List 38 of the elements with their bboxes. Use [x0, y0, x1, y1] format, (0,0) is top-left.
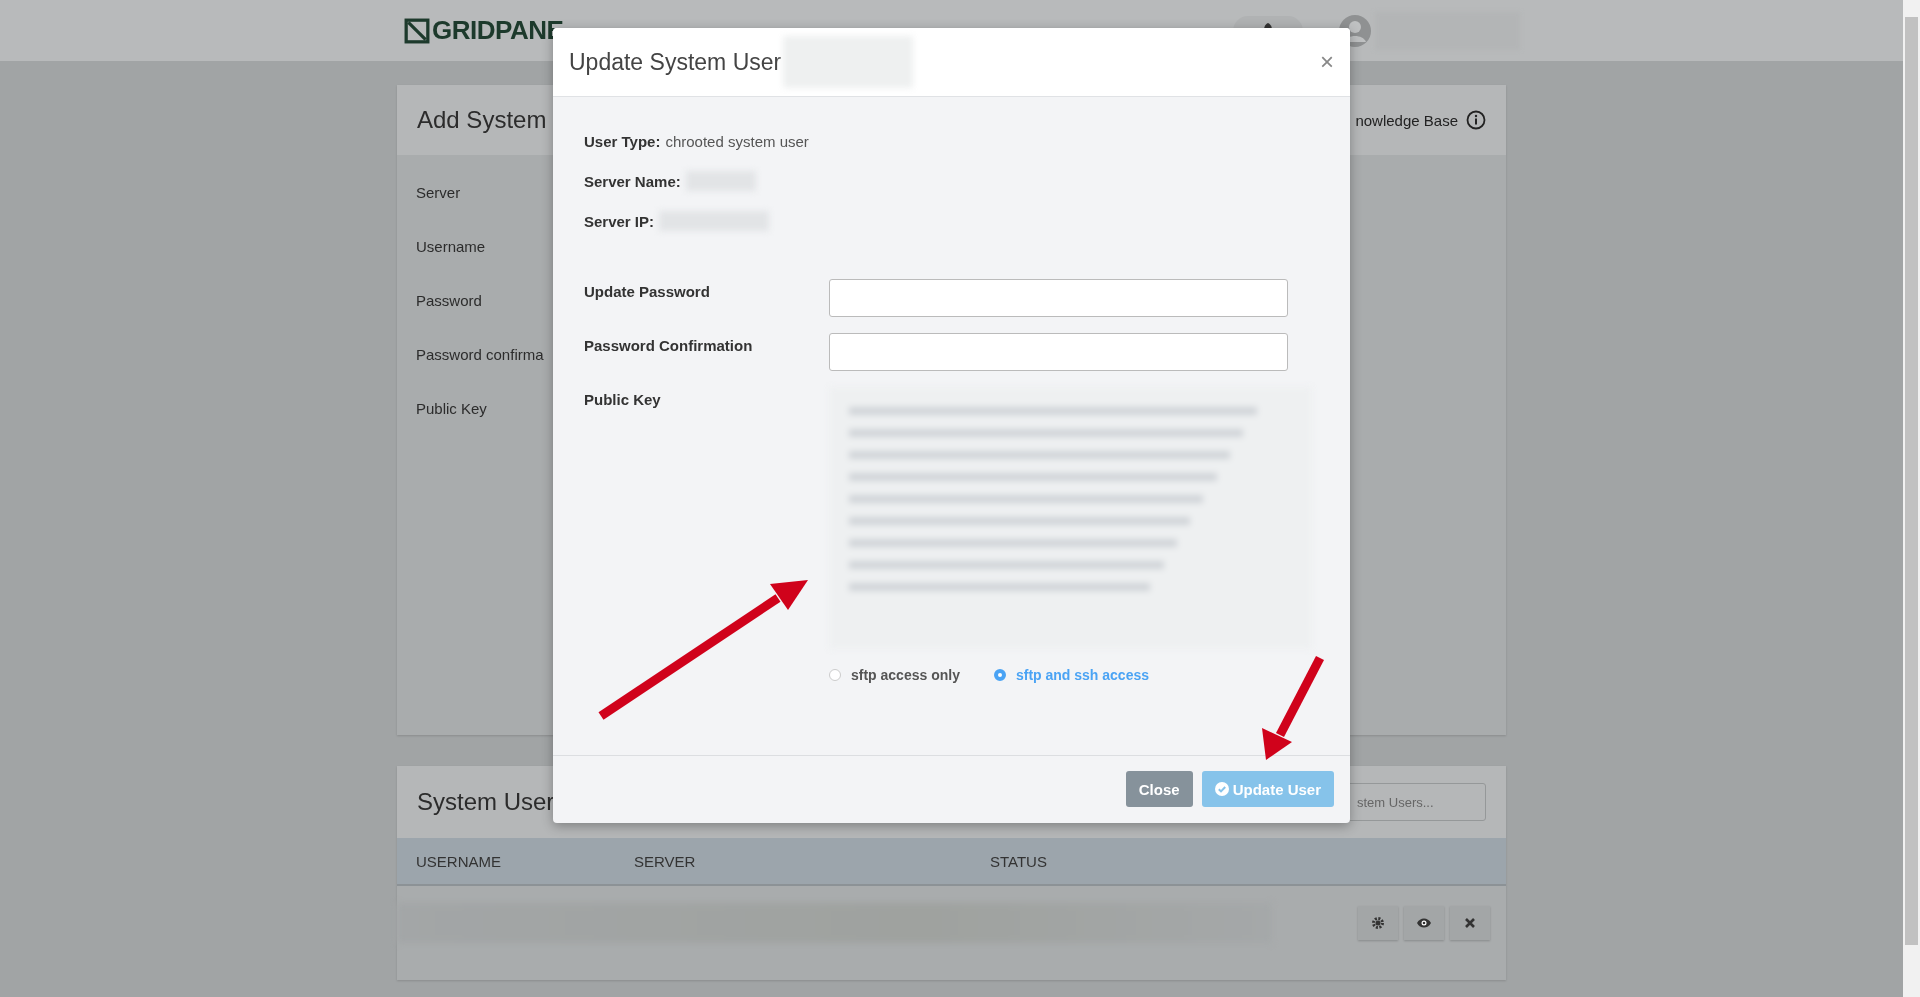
view-button[interactable]	[1404, 906, 1444, 940]
column-header: USERNAME	[416, 852, 502, 870]
field-label: Public Key	[416, 399, 487, 419]
eye-icon	[1416, 917, 1432, 929]
gear-icon	[1371, 916, 1385, 930]
card-title: Add System	[417, 106, 547, 134]
info-label: User Type:	[584, 132, 661, 150]
close-button[interactable]: ×	[1320, 48, 1334, 76]
field-label: Username	[416, 237, 486, 257]
info-label: Server Name:	[584, 172, 681, 190]
field-label: Password confirma	[416, 345, 544, 365]
info-value: chrooted system user	[665, 132, 809, 150]
card-title: System User	[417, 788, 555, 816]
column-header: SERVER	[634, 852, 697, 870]
update-button[interactable]: Update User	[1201, 771, 1334, 807]
field-label: Password	[416, 291, 482, 311]
radio-option[interactable]: sftp and ssh access	[993, 667, 1149, 683]
scrollbar[interactable]	[1903, 0, 1920, 997]
field-label: Password Confirmation	[584, 336, 754, 354]
logo-icon	[404, 17, 430, 44]
delete-button[interactable]	[1450, 906, 1490, 940]
password-field[interactable]	[829, 333, 1288, 371]
radio-button[interactable]	[993, 669, 1006, 681]
info-icon[interactable]	[1466, 110, 1486, 130]
password-field[interactable]	[829, 279, 1288, 317]
field-label: Server	[416, 183, 461, 203]
dialog-title: Update System User	[569, 48, 782, 76]
column-header: STATUS	[990, 852, 1047, 870]
help-link[interactable]: nowledge Base	[1355, 111, 1458, 129]
close-icon	[1464, 917, 1476, 929]
radio-button[interactable]	[829, 669, 841, 681]
close-button[interactable]: Close	[1125, 771, 1193, 807]
radio-option[interactable]: sftp access only	[829, 667, 960, 683]
field-label: Update Password	[584, 282, 711, 300]
info-label: Server IP:	[584, 212, 655, 230]
field-label: Public Key	[584, 390, 662, 408]
check-circle-icon	[1214, 782, 1229, 796]
settings-button[interactable]	[1358, 906, 1398, 940]
